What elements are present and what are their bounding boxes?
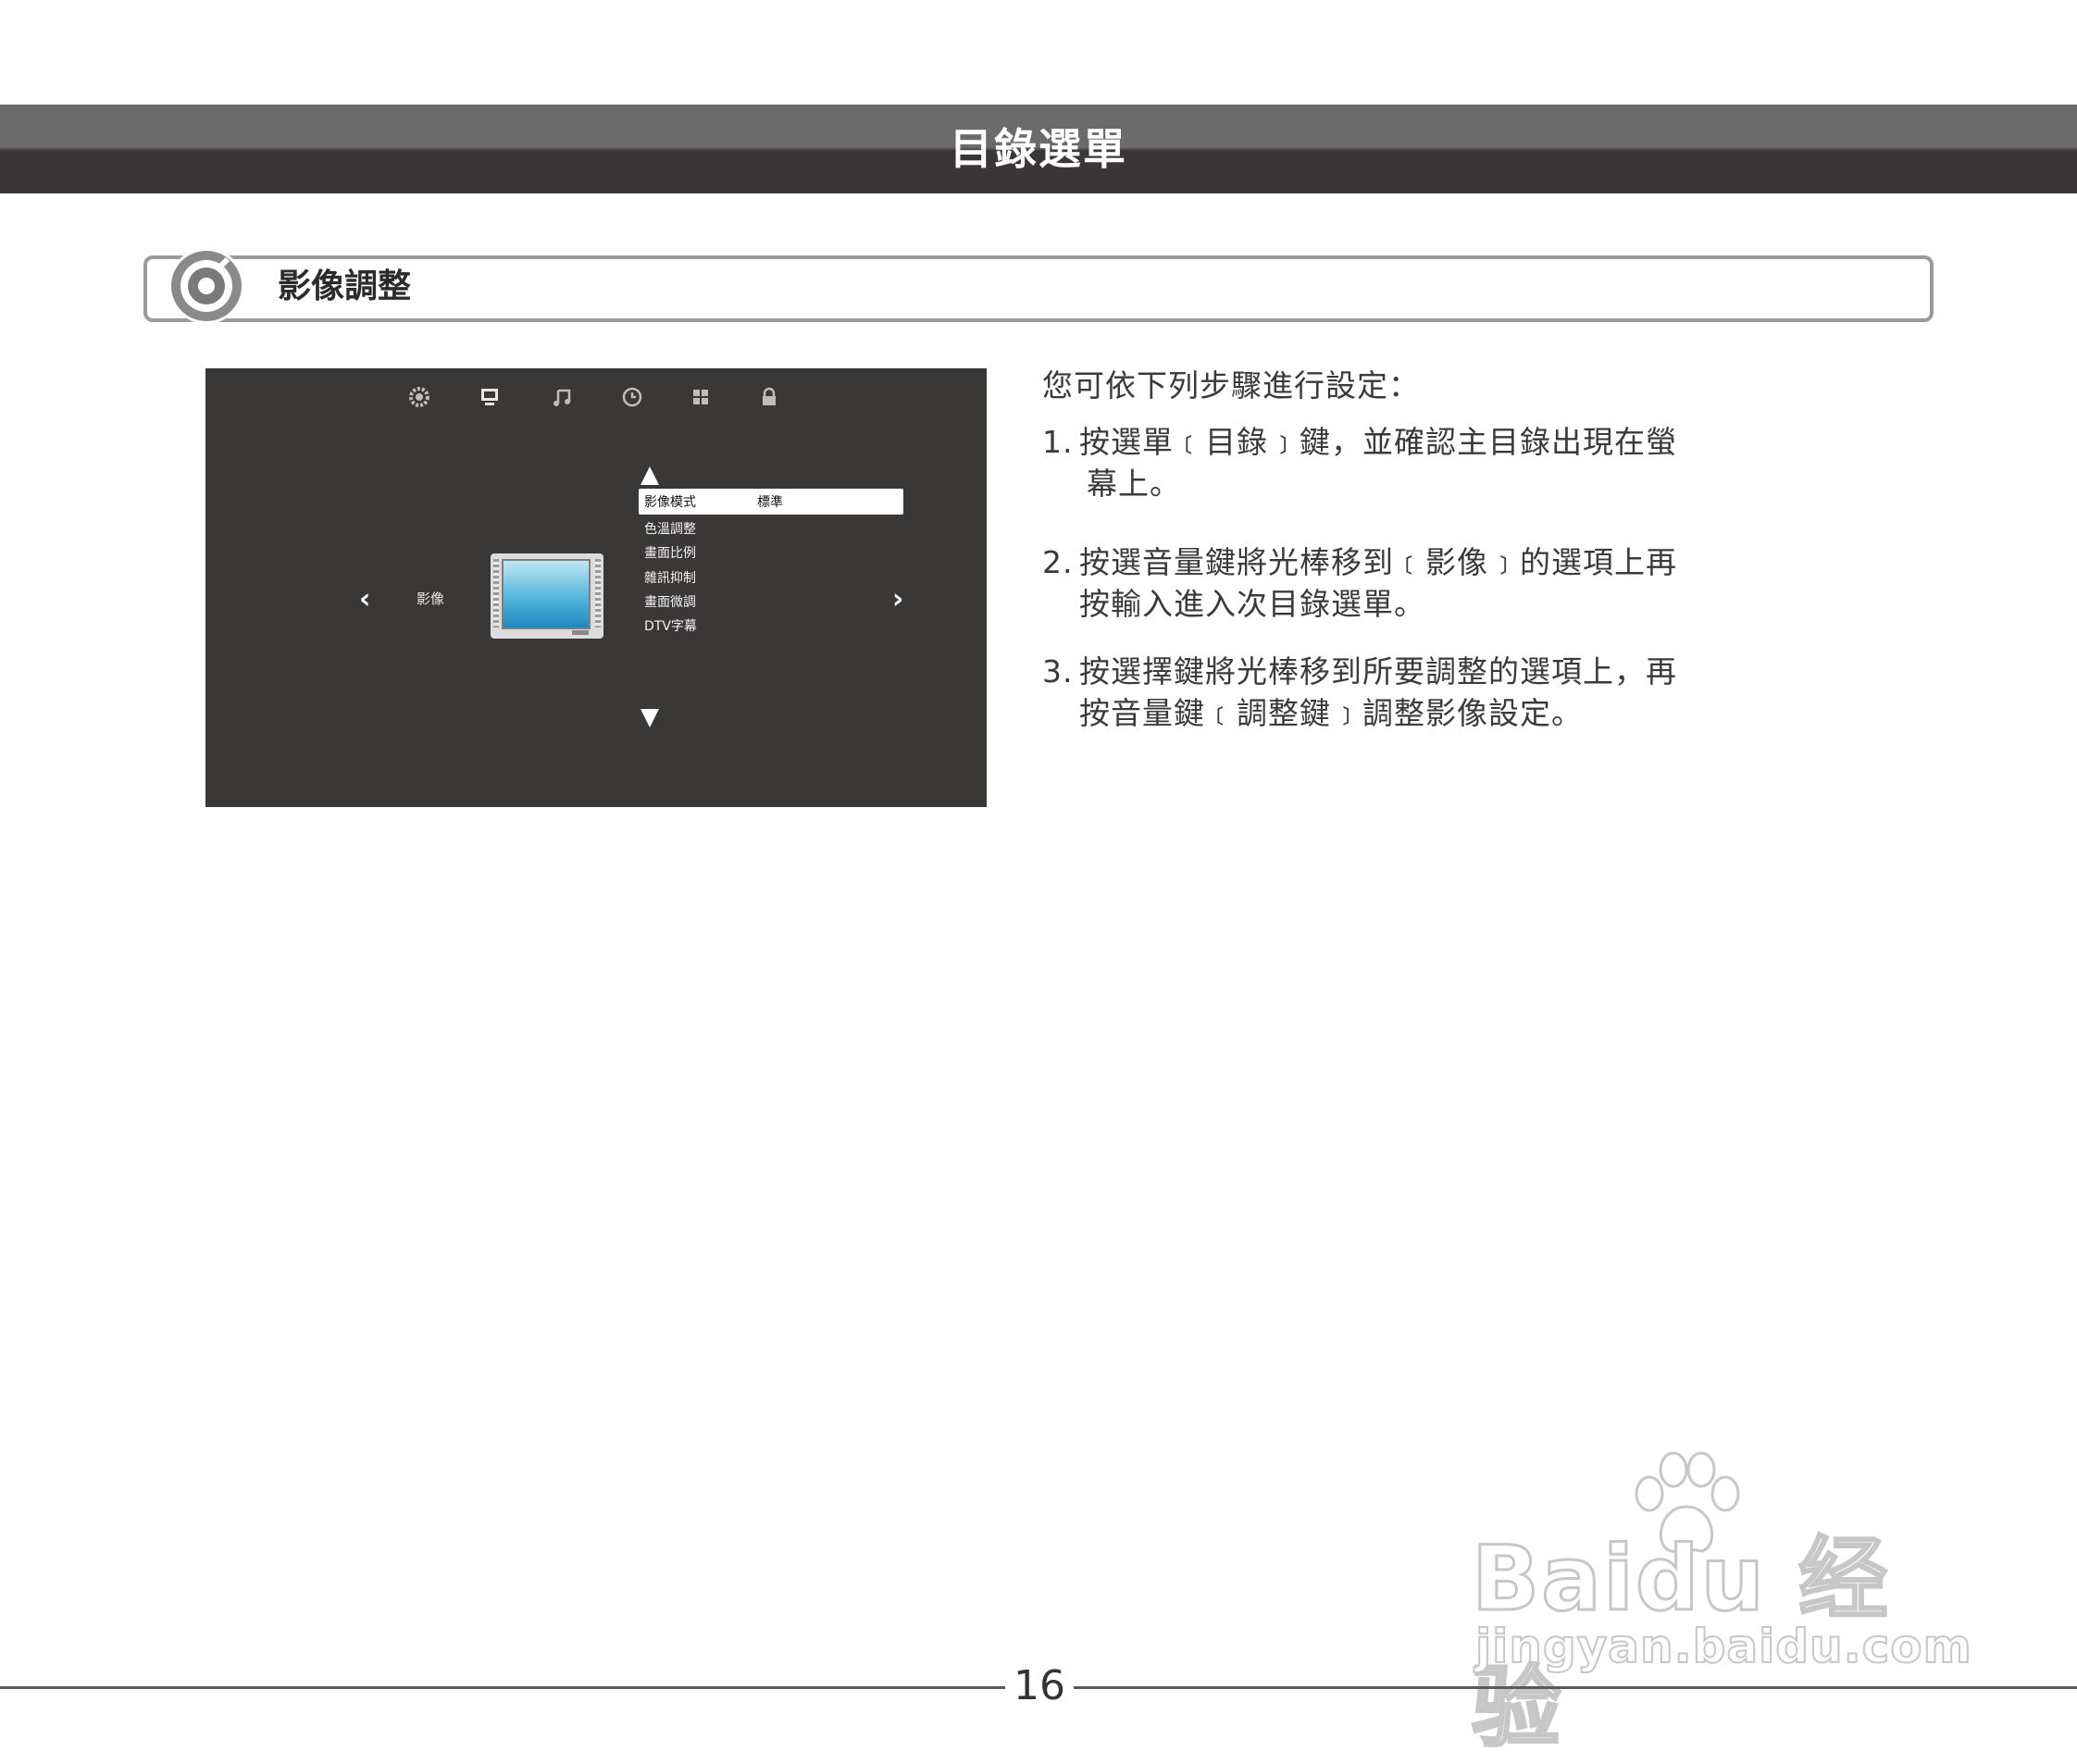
chevron-right-icon[interactable]: › <box>892 583 903 615</box>
tv-menu-screenshot: ‹ › 影像 影像模式 標準 色溫調整 畫面比例 雜訊抑制 畫面微調 DTV字幕 <box>205 368 987 807</box>
step-text-line2: 按輸入進入次目錄選單。 <box>1079 586 1425 622</box>
watermark-url: jingyan.baidu.com <box>1474 1619 1972 1674</box>
settings-gear-icon <box>409 387 429 407</box>
menu-item[interactable]: 雜訊抑制 <box>644 569 696 588</box>
lock-icon <box>763 387 776 405</box>
step-text-line2: 按音量鍵﹝調整鍵﹞調整影像設定。 <box>1079 695 1583 731</box>
footer-rule-right <box>1074 1686 2077 1689</box>
picture-monitor-icon <box>481 389 498 405</box>
menu-item-selected[interactable]: 影像模式 標準 <box>639 489 903 515</box>
step-number: 2. <box>1042 544 1074 580</box>
menu-item[interactable]: DTV字幕 <box>644 617 697 636</box>
arrow-up-icon[interactable] <box>641 466 659 485</box>
page-number: 16 <box>1014 1662 1065 1709</box>
step-number: 1. <box>1042 424 1074 460</box>
tv-picture-icon <box>491 553 603 639</box>
menu-item-label: 影像模式 <box>644 495 696 510</box>
menu-item[interactable]: 畫面比例 <box>644 544 696 563</box>
section-title: 影像調整 <box>278 267 412 305</box>
chevron-left-icon[interactable]: ‹ <box>359 583 370 615</box>
section-heading-box <box>143 255 1934 322</box>
baidu-watermark: Baidu 经验 jingyan.baidu.com <box>1471 1451 1972 1761</box>
grid-icon <box>693 390 708 404</box>
instructions-intro: 您可依下列步驟進行設定： <box>1042 367 1420 404</box>
step-text-line1: 按選單﹝目錄﹞鍵，並確認主目錄出現在螢 <box>1079 424 1677 460</box>
step-text-line1: 按選擇鍵將光棒移到所要調整的選項上，再 <box>1079 653 1677 689</box>
menu-item[interactable]: 色溫調整 <box>644 520 696 539</box>
arrow-down-icon[interactable] <box>641 709 659 727</box>
instruction-step: 3. 按選擇鍵將光棒移到所要調整的選項上，再 按音量鍵﹝調整鍵﹞調整影像設定。 <box>1042 651 1746 734</box>
page-title: 目錄選單 <box>950 124 1127 174</box>
step-text-line2: 幕上。 <box>1087 466 1181 502</box>
step-text-line1: 按選音量鍵將光棒移到﹝影像﹞的選項上再 <box>1079 544 1677 580</box>
target-circle-icon <box>168 248 244 324</box>
footer-rule-left <box>0 1686 1005 1689</box>
menu-item-value: 標準 <box>757 495 783 510</box>
clock-icon <box>622 387 642 407</box>
step-number: 3. <box>1042 653 1074 689</box>
instruction-step: 2. 按選音量鍵將光棒移到﹝影像﹞的選項上再 按輸入進入次目錄選單。 <box>1042 541 1746 625</box>
instruction-step: 1. 按選單﹝目錄﹞鍵，並確認主目錄出現在螢 幕上。 <box>1042 421 1746 504</box>
music-note-icon <box>553 389 571 406</box>
menu-item[interactable]: 畫面微調 <box>644 593 696 612</box>
category-label: 影像 <box>417 590 445 607</box>
